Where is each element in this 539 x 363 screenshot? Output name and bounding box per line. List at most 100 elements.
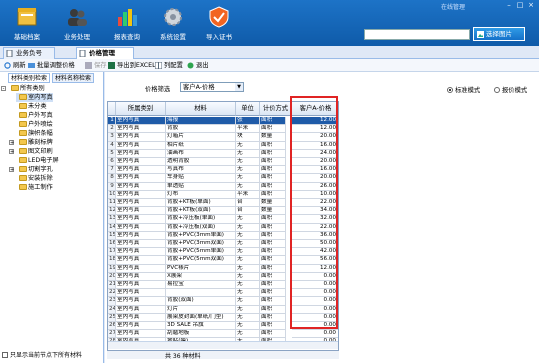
cell-price[interactable]: 10.00 [292, 191, 338, 199]
cell-price[interactable]: 36.00 [292, 232, 338, 240]
table-row[interactable]: 15 室内写真 背胶+PVC(3mm单面) 无面积 36.00 [108, 231, 338, 240]
cell-price[interactable]: 20.00 [292, 133, 338, 142]
export-excel-button[interactable]: 导出到EXCEL [107, 60, 156, 71]
table-row[interactable]: 10 室内写真 灯布 平米 面积 10.00 [108, 190, 338, 199]
import-cert-button[interactable]: 导入证书 [196, 6, 242, 44]
tab-price-management[interactable]: 价格管理 [76, 47, 134, 59]
tree-node[interactable]: - 所有类别 [1, 84, 45, 93]
horizontal-scrollbar[interactable] [108, 341, 338, 349]
table-row[interactable]: 12 室内写真 背胶+KT板(双面) 台数量 34.00 [108, 207, 338, 216]
table-row[interactable]: 1 室内写真 海报张面积 12.00 [108, 117, 338, 126]
table-row[interactable]: 22 室内写真 无面积 0.00 [108, 289, 338, 298]
close-button[interactable]: × [526, 1, 536, 10]
column-config-button[interactable]: 列配置 [154, 60, 183, 71]
save-button[interactable]: 保存 [84, 60, 107, 71]
header-unit[interactable]: 单位 [236, 102, 260, 116]
cell-price[interactable]: 0.00 [292, 322, 338, 331]
cell-price[interactable]: 32.00 [292, 215, 338, 224]
tree-node[interactable]: 旗帜条幅 [16, 129, 53, 138]
cell-price[interactable]: 0.00 [292, 330, 338, 339]
table-row[interactable]: 18 室内写真 背胶+PVC(5mm双面) 无面积 56.00 [108, 256, 338, 265]
table-row[interactable]: 27 室内写真 刮磨地板无面积 0.00 [108, 330, 338, 339]
cell-price[interactable]: 20.00 [292, 158, 338, 167]
table-row[interactable]: 9 室内写真 单透贴无面积 26.00 [108, 182, 338, 191]
tree-expander-icon[interactable]: + [9, 140, 14, 146]
radio-report-mode[interactable]: 报价模式 [494, 85, 527, 94]
table-row[interactable]: 20 室内写真 X展架无面积 0.00 [108, 272, 338, 281]
cell-price[interactable]: 0.00 [292, 306, 338, 314]
cell-price[interactable]: 22.00 [292, 199, 338, 208]
table-row[interactable]: 11 室内写真 背胶+KT板(单面) 台数量 22.00 [108, 199, 338, 208]
table-row[interactable]: 25 室内写真 展架皮封面(单纸/门型) 无面积 0.00 [108, 313, 338, 322]
cell-price[interactable]: 0.00 [292, 314, 338, 322]
header-customer-a-price[interactable]: 客户A-价格 [292, 102, 338, 116]
table-row[interactable]: 21 室内写真 易拉宝无面积 0.00 [108, 281, 338, 290]
header-material[interactable]: 材料 [166, 102, 236, 116]
refresh-button[interactable]: 刷新 [3, 60, 26, 71]
tab-category-search[interactable]: 材料类别检索 [8, 73, 51, 83]
cell-price[interactable]: 34.00 [292, 207, 338, 216]
table-row[interactable]: 23 室内写真 背胶(双面) 无面积 0.00 [108, 297, 338, 306]
basic-archive-button[interactable]: 基础档案 [4, 6, 50, 44]
report-button[interactable]: 报表查询 [104, 6, 150, 44]
table-row[interactable]: 24 室内写真 灯片无面积 0.00 [108, 305, 338, 314]
tree-node[interactable]: + 图文印刷 [9, 147, 53, 156]
search-input[interactable] [364, 29, 470, 40]
table-row[interactable]: 6 室内写真 透明背胶无面积 20.00 [108, 158, 338, 167]
cell-price[interactable]: 42.00 [292, 248, 338, 257]
cell-price[interactable]: 0.00 [292, 289, 338, 298]
cell-price[interactable]: 20.00 [292, 174, 338, 183]
cell-price[interactable]: 12.00 [292, 117, 338, 126]
table-row[interactable]: 4 室内写真 相片纸无面积 16.00 [108, 141, 338, 150]
tree-node[interactable]: 户外喷绘 [16, 120, 53, 129]
cell-price[interactable]: 0.00 [292, 297, 338, 306]
select-image-button[interactable]: 选择图片 [473, 27, 525, 41]
cell-price[interactable]: 12.00 [292, 265, 338, 273]
table-row[interactable]: 5 室内写真 油画布无面积 24.00 [108, 149, 338, 158]
tab-name-search[interactable]: 材料名称检索 [52, 73, 95, 83]
tree-node[interactable]: 室内写真 [16, 93, 53, 102]
tab-business[interactable]: 业务负号 [3, 47, 55, 59]
tree-expander-icon[interactable]: + [9, 167, 14, 173]
table-row[interactable]: 26 室内写真 3D SALE 吊旗无面积 0.00 [108, 322, 338, 331]
cell-price[interactable]: 0.00 [292, 273, 338, 281]
show-current-node-checkbox[interactable]: 只显示当前节点下所有材料 [2, 350, 82, 359]
header-pricing-mode[interactable]: 计价方式 [260, 102, 292, 116]
maximize-button[interactable]: □ [515, 1, 525, 10]
table-row[interactable]: 16 室内写真 背胶+PVC(3mm双面) 无面积 50.00 [108, 240, 338, 249]
tree-expander-icon[interactable]: + [9, 149, 14, 155]
header-category[interactable]: 所属类别 [116, 102, 166, 116]
table-row[interactable]: 7 室内写真 写真布无面积 16.00 [108, 166, 338, 175]
cell-price[interactable]: 24.00 [292, 150, 338, 158]
tree-node[interactable]: LED电子屏 [16, 156, 59, 165]
cell-price[interactable]: 16.00 [292, 142, 338, 150]
settings-button[interactable]: 系统设置 [150, 6, 196, 44]
cell-price[interactable]: 50.00 [292, 240, 338, 249]
tree-node[interactable]: 施工制作 [16, 183, 53, 192]
table-row[interactable]: 19 室内写真 PVC裱片无面积 12.00 [108, 264, 338, 273]
tree-node[interactable]: 安装拆除 [16, 174, 53, 183]
cell-price[interactable]: 16.00 [292, 166, 338, 175]
business-button[interactable]: 业务处理 [54, 6, 100, 44]
cell-price[interactable]: 56.00 [292, 256, 338, 265]
minimize-button[interactable]: – [504, 1, 514, 10]
tree-node[interactable]: 未分类 [16, 102, 47, 111]
cell-price[interactable]: 12.00 [292, 125, 338, 134]
table-row[interactable]: 17 室内写真 背胶+PVC(5mm单面) 无面积 42.00 [108, 248, 338, 257]
tree-expander-icon[interactable]: - [1, 86, 6, 92]
exit-button[interactable]: 退出 [186, 60, 209, 71]
table-row[interactable]: 14 室内写真 背胶+冷压板(双面) 无面积 22.00 [108, 223, 338, 232]
cell-price[interactable]: 22.00 [292, 224, 338, 232]
tree-node[interactable]: + 雕刻标牌 [9, 138, 53, 147]
batch-adjust-button[interactable]: 批量调整价格 [27, 60, 75, 71]
tree-node[interactable]: 户外写真 [16, 111, 53, 120]
tree-node[interactable]: + 切割字孔 [9, 165, 53, 174]
table-row[interactable]: 13 室内写真 背胶+冷压板(单面) 无面积 32.00 [108, 215, 338, 224]
radio-standard-mode[interactable]: 标准模式 [447, 85, 480, 94]
table-row[interactable]: 2 室内写真 背胶 平米 面积 12.00 [108, 125, 338, 134]
table-row[interactable]: 8 室内写真 车身贴无面积 20.00 [108, 174, 338, 183]
cell-price[interactable]: 26.00 [292, 183, 338, 191]
price-filter-select[interactable]: 客户A-价格 ▼ [180, 82, 244, 92]
cell-price[interactable]: 0.00 [292, 281, 338, 290]
table-row[interactable]: 3 室内写真 灯箱片块数量 20.00 [108, 133, 338, 142]
